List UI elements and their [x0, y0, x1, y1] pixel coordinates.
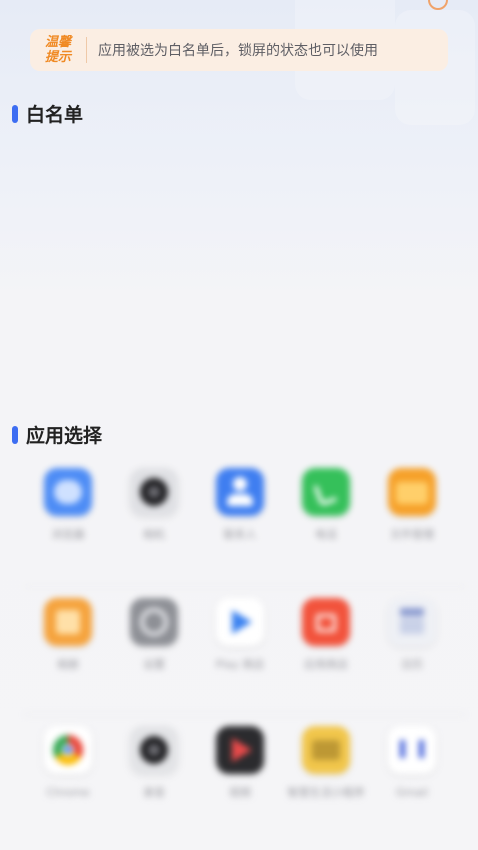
tip-badge-line1: 温馨 — [44, 35, 71, 50]
icon-glyph — [62, 744, 74, 756]
mini-program-icon — [302, 726, 350, 774]
video-icon — [216, 726, 264, 774]
app-label: 设置 — [143, 658, 165, 671]
calendar-icon — [388, 598, 436, 646]
app-item[interactable]: 设置 — [111, 598, 197, 672]
settings-icon — [130, 598, 178, 646]
gmail-icon — [388, 726, 436, 774]
app-label: 联系人 — [223, 528, 257, 541]
app-label: 电话 — [315, 528, 337, 541]
app-item[interactable]: Gmail — [369, 726, 455, 800]
app-item[interactable]: 智慧生活小程序 — [283, 726, 369, 800]
contacts-icon — [216, 468, 264, 516]
icon-glyph — [227, 494, 253, 506]
app-item[interactable]: 文件管理 — [369, 468, 455, 542]
section-bar — [12, 425, 18, 444]
app-item[interactable]: 浏览器 — [25, 468, 111, 542]
tip-divider — [86, 37, 87, 63]
gallery-icon — [44, 598, 92, 646]
browser-icon — [44, 468, 92, 516]
section-bar — [12, 104, 18, 123]
app-label: 应用商店 — [304, 658, 348, 671]
app-label: 智慧生活小程序 — [287, 786, 365, 799]
app-item[interactable]: 应用商店 — [283, 598, 369, 672]
icon-glyph — [400, 740, 424, 758]
icon-glyph — [400, 608, 424, 616]
app-label: 相册 — [57, 658, 79, 671]
app-item[interactable]: Play 商店 — [197, 598, 283, 672]
app-item[interactable]: 录音 — [111, 726, 197, 800]
app-label: 日历 — [401, 658, 423, 671]
app-label: Gmail — [395, 786, 429, 799]
row-divider — [25, 586, 465, 587]
icon-glyph — [232, 738, 252, 762]
play-store-icon — [216, 598, 264, 646]
recorder-icon — [130, 726, 178, 774]
app-label: 相机 — [143, 528, 165, 541]
icon-glyph — [396, 482, 428, 504]
icon-glyph — [232, 610, 252, 634]
app-item[interactable]: 相册 — [25, 598, 111, 672]
icon-glyph — [148, 486, 160, 498]
app-label: 浏览器 — [51, 528, 85, 541]
whitelist-header: 白名单 — [12, 100, 83, 127]
app-label: 文件管理 — [390, 528, 434, 541]
app-store-icon — [302, 598, 350, 646]
icon-glyph — [140, 608, 168, 636]
icon-glyph — [56, 610, 80, 634]
folder-icon — [388, 468, 436, 516]
app-item[interactable]: 视频 — [197, 726, 283, 800]
app-item[interactable]: 电话 — [283, 468, 369, 542]
app-label: 录音 — [143, 786, 165, 799]
tip-badge-line2: 提示 — [44, 50, 71, 65]
whitelist-title: 白名单 — [26, 104, 84, 126]
icon-glyph — [233, 477, 247, 491]
app-select-title: 应用选择 — [26, 425, 103, 447]
camera-icon — [130, 468, 178, 516]
status-circle-icon — [428, 0, 448, 10]
chrome-icon — [44, 726, 92, 774]
tip-badge: 温馨 提示 — [30, 35, 86, 65]
app-label: Chrome — [46, 786, 90, 799]
icon-glyph — [54, 480, 82, 504]
app-item[interactable]: 相机 — [111, 468, 197, 542]
app-item[interactable]: 联系人 — [197, 468, 283, 542]
row-divider — [25, 714, 465, 715]
tip-banner: 温馨 提示 应用被选为白名单后，锁屏的状态也可以使用 — [30, 29, 448, 71]
icon-glyph — [312, 740, 340, 760]
icon-glyph — [400, 618, 424, 634]
app-label: Play 商店 — [215, 658, 265, 671]
app-item[interactable]: Chrome — [25, 726, 111, 800]
tip-text: 应用被选为白名单后，锁屏的状态也可以使用 — [98, 43, 378, 59]
app-item[interactable]: 日历 — [369, 598, 455, 672]
icon-glyph — [312, 477, 340, 507]
icon-glyph — [316, 614, 336, 632]
app-label: 视频 — [229, 786, 251, 799]
whitelist-area — [0, 130, 478, 410]
app-select-header: 应用选择 — [12, 421, 102, 448]
phone-icon — [302, 468, 350, 516]
icon-glyph — [148, 744, 160, 756]
